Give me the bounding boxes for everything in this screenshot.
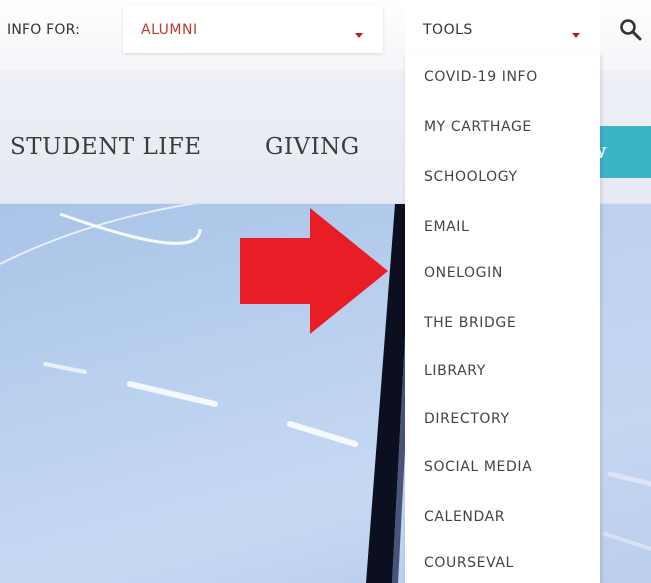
menu-item-schoology[interactable]: SCHOOLOGY: [424, 169, 518, 185]
menu-item-directory[interactable]: DIRECTORY: [424, 411, 510, 427]
menu-item-my-carthage[interactable]: MY CARTHAGE: [424, 119, 532, 135]
info-for-select[interactable]: ALUMNI: [123, 5, 383, 53]
tools-label: TOOLS: [423, 22, 473, 38]
menu-item-email[interactable]: EMAIL: [424, 219, 469, 235]
tools-dropdown-button[interactable]: TOOLS: [405, 5, 600, 53]
tools-dropdown-menu: COVID-19 INFO MY CARTHAGE SCHOOLOGY EMAI…: [405, 53, 600, 583]
cta-button[interactable]: ow: [598, 126, 651, 178]
nav-student-life[interactable]: STUDENT LIFE: [10, 134, 202, 160]
menu-item-courseval[interactable]: COURSEVAL: [424, 555, 514, 571]
menu-item-covid-info[interactable]: COVID-19 INFO: [424, 69, 538, 85]
search-icon[interactable]: [619, 18, 643, 42]
menu-item-library[interactable]: LIBRARY: [424, 363, 486, 379]
menu-item-calendar[interactable]: CALENDAR: [424, 509, 505, 525]
menu-item-onelogin[interactable]: ONELOGIN: [424, 265, 503, 281]
menu-item-the-bridge[interactable]: THE BRIDGE: [424, 315, 516, 331]
menu-item-social-media[interactable]: SOCIAL MEDIA: [424, 459, 532, 475]
chevron-down-icon: [572, 33, 580, 38]
info-for-label: INFO FOR:: [7, 22, 81, 38]
nav-giving[interactable]: GIVING: [265, 134, 360, 160]
red-arrow-icon: [240, 208, 388, 334]
info-for-selected-value: ALUMNI: [141, 22, 198, 38]
chevron-down-icon: [355, 33, 363, 38]
